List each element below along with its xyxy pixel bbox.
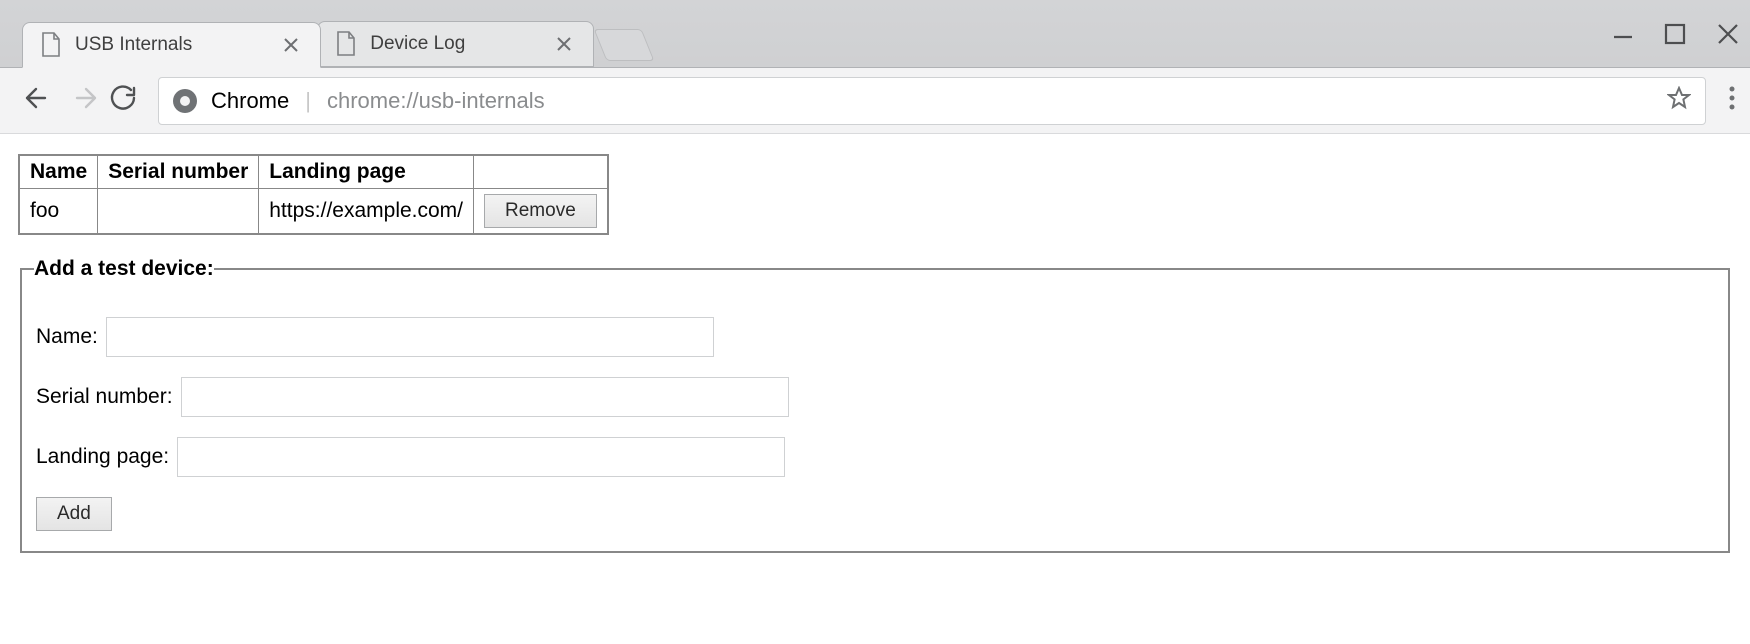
serial-label: Serial number: xyxy=(36,385,173,409)
new-tab-button[interactable] xyxy=(594,29,655,61)
name-input[interactable] xyxy=(106,317,714,357)
col-landing: Landing page xyxy=(259,155,474,189)
add-button[interactable]: Add xyxy=(36,497,112,531)
maximize-icon[interactable] xyxy=(1664,23,1686,45)
minimize-icon[interactable] xyxy=(1612,23,1634,45)
add-device-legend: Add a test device: xyxy=(34,257,214,281)
forward-button[interactable] xyxy=(72,84,100,117)
close-icon[interactable] xyxy=(557,37,571,51)
toolbar: Chrome | chrome://usb-internals xyxy=(0,68,1750,134)
device-table: Name Serial number Landing page foo http… xyxy=(18,154,609,235)
omnibox[interactable]: Chrome | chrome://usb-internals xyxy=(158,77,1706,125)
serial-input[interactable] xyxy=(181,377,789,417)
col-actions xyxy=(474,155,608,189)
add-device-fieldset: Add a test device: Name: Serial number: … xyxy=(20,257,1730,553)
address-url: chrome://usb-internals xyxy=(327,88,545,114)
row-name: Name: xyxy=(36,317,1714,357)
close-window-icon[interactable] xyxy=(1716,22,1740,46)
tab-label: USB Internals xyxy=(75,34,192,56)
menu-kebab-icon[interactable] xyxy=(1728,85,1736,116)
address-separator: | xyxy=(305,88,311,114)
bookmark-star-icon[interactable] xyxy=(1667,86,1691,115)
cell-actions: Remove xyxy=(474,189,608,235)
cell-serial xyxy=(98,189,259,235)
row-serial: Serial number: xyxy=(36,377,1714,417)
row-add: Add xyxy=(36,497,1714,531)
nav-arrows xyxy=(22,84,100,117)
address-scheme: Chrome xyxy=(211,88,289,114)
tab-usb-internals[interactable]: USB Internals xyxy=(22,22,321,68)
page-icon xyxy=(41,32,61,58)
reload-button[interactable] xyxy=(110,85,136,116)
table-row: foo https://example.com/ Remove xyxy=(19,189,608,235)
name-label: Name: xyxy=(36,325,98,349)
chrome-icon xyxy=(173,89,197,113)
back-button[interactable] xyxy=(22,84,50,117)
remove-button[interactable]: Remove xyxy=(484,194,597,228)
page-icon xyxy=(336,31,356,57)
tab-device-log[interactable]: Device Log xyxy=(317,21,594,67)
col-name: Name xyxy=(19,155,98,189)
tab-label: Device Log xyxy=(370,33,465,55)
landing-label: Landing page: xyxy=(36,445,169,469)
cell-landing: https://example.com/ xyxy=(259,189,474,235)
row-landing: Landing page: xyxy=(36,437,1714,477)
page-content: Name Serial number Landing page foo http… xyxy=(0,134,1750,573)
cell-name: foo xyxy=(19,189,98,235)
tab-strip: USB Internals Device Log xyxy=(0,0,1750,68)
close-icon[interactable] xyxy=(284,38,298,52)
window-controls xyxy=(1612,0,1740,68)
table-header-row: Name Serial number Landing page xyxy=(19,155,608,189)
col-serial: Serial number xyxy=(98,155,259,189)
landing-input[interactable] xyxy=(177,437,785,477)
